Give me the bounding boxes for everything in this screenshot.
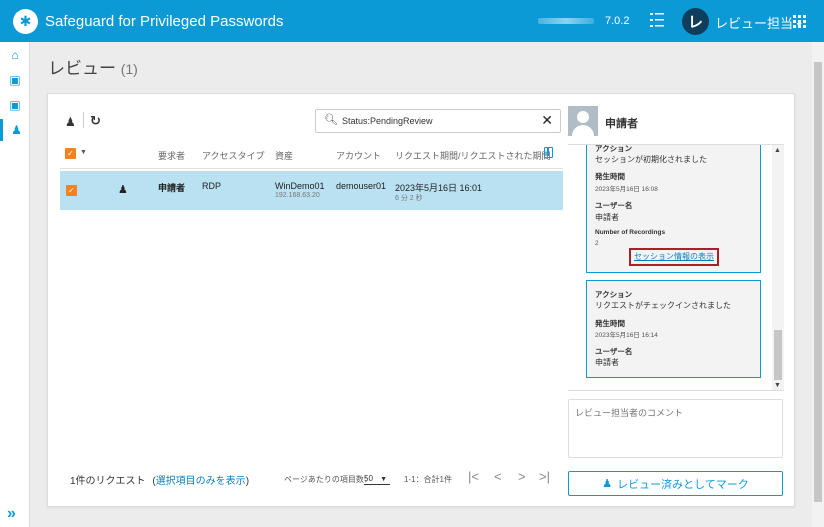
mark-as-reviewed-button[interactable]: ♟ レビュー済みとしてマーク — [568, 471, 783, 496]
search-icon: 🔍︎ — [324, 114, 338, 126]
request-count-text: 1件のリクエスト — [70, 476, 146, 487]
user-avatar[interactable]: レ — [682, 8, 709, 35]
toolbar-divider — [83, 112, 84, 128]
event-action-value: セッションが初期化されました — [595, 155, 707, 164]
page-title-count: (1) — [120, 61, 138, 77]
reviewer-comment-input[interactable] — [568, 399, 783, 458]
requester-user-icon: ♟ — [118, 184, 128, 196]
select-menu-chevron-icon[interactable]: ▼ — [80, 149, 87, 156]
per-page-chevron-icon: ▼ — [380, 476, 388, 483]
event-recordings-value: 2 — [595, 240, 599, 247]
cell-account: demouser01 — [336, 181, 387, 191]
cell-asset: WinDemo01 — [275, 181, 325, 191]
top-bar: ✱ Safeguard for Privileged Passwords 7.0… — [0, 0, 824, 42]
event-action-value: リクエストがチェックインされました — [595, 301, 731, 310]
search-input[interactable] — [342, 113, 522, 129]
event-time-label: 発生時間 — [595, 172, 625, 181]
event-action-label: アクション — [595, 144, 633, 153]
version-label: 7.0.2 — [605, 15, 630, 27]
redacted-appliance-name — [538, 18, 594, 24]
first-page-icon[interactable]: |< — [468, 469, 479, 484]
row-checkbox[interactable]: ✓ — [66, 185, 77, 196]
search-box: 🔍︎ ✕ — [315, 109, 561, 133]
event-user-label: ユーザー名 — [595, 201, 633, 210]
activity-timeline: アクション セッションが初期化されました 発生時間 2023年5月16日 16:… — [568, 144, 784, 391]
safeguard-logo-icon[interactable]: ✱ — [13, 9, 38, 34]
event-user-value: 申請者 — [595, 213, 619, 222]
nav-approvals-icon[interactable]: ▣ — [0, 94, 30, 116]
per-page-value: 50 — [364, 474, 373, 483]
per-page-label: ページあたりの項目数： — [284, 475, 372, 484]
page-title-text: レビュー — [48, 59, 116, 78]
event-time-value: 2023年5月16日 16:14 — [595, 332, 658, 339]
scroll-up-icon[interactable]: ▲ — [774, 147, 781, 154]
mark-as-reviewed-label: レビュー済みとしてマーク — [617, 478, 749, 491]
show-selected-close: ) — [245, 476, 250, 487]
nav-reviews-icon[interactable]: ♟ — [0, 119, 30, 141]
requester-avatar-icon — [568, 106, 598, 136]
details-title: 申請者 — [605, 118, 638, 130]
last-page-icon[interactable]: >| — [539, 469, 550, 484]
previous-page-icon[interactable]: < — [494, 469, 502, 484]
show-selected-link[interactable]: 選択項目のみを表示 — [156, 476, 246, 487]
timeline-event-session-init: アクション セッションが初期化されました 発生時間 2023年5月16日 16:… — [586, 144, 761, 273]
refresh-icon[interactable]: ↻ — [90, 113, 101, 129]
event-time-value: 2023年5月16日 16:08 — [595, 186, 658, 193]
expand-nav-icon[interactable]: » — [7, 505, 16, 523]
request-count: 1件のリクエスト (選択項目のみを表示) — [70, 472, 249, 487]
table-header: ✓ ▼ 要求者 アクセスタイプ 資産 アカウント リクエスト期間/リクエストされ… — [60, 139, 563, 169]
column-chooser-icon[interactable] — [544, 147, 553, 158]
view-session-info-link[interactable]: セッション情報の表示 — [629, 248, 719, 266]
reviewer-user-icon: ♟ — [602, 478, 613, 490]
column-header-period[interactable]: リクエスト期間/リクエストされた期間 — [395, 149, 551, 162]
cell-duration: 6 分 2 秒 — [395, 195, 423, 202]
table-row[interactable]: ✓ ♟ 申請者 RDP WinDemo01 192.168.63.20 demo… — [60, 171, 563, 210]
scroll-down-icon[interactable]: ▼ — [774, 382, 781, 389]
column-header-asset[interactable]: 資産 — [275, 149, 293, 162]
clear-search-icon[interactable]: ✕ — [541, 112, 553, 129]
nav-requests-icon[interactable]: ▣ — [0, 69, 30, 91]
timeline-event-checkin: アクション リクエストがチェックインされました 発生時間 2023年5月16日 … — [586, 280, 761, 378]
cell-asset-ip: 192.168.63.20 — [275, 192, 320, 199]
app-launcher-icon[interactable] — [793, 15, 806, 28]
user-name-label: レビュー担当 — [715, 16, 794, 31]
user-menu[interactable]: レビュー担当 ▾ — [715, 13, 802, 32]
cell-requester: 申請者 — [158, 183, 186, 193]
tasks-icon[interactable] — [650, 12, 664, 30]
next-page-icon[interactable]: > — [518, 469, 526, 484]
select-all-checkbox[interactable]: ✓ — [65, 148, 76, 159]
timeline-scrollbar[interactable]: ▲ ▼ — [772, 145, 784, 390]
column-header-requester[interactable]: 要求者 — [158, 149, 185, 162]
per-page-select[interactable]: 50 ▼ — [364, 474, 390, 485]
nav-home-icon[interactable]: ⌂ — [0, 44, 30, 66]
event-user-label: ユーザー名 — [595, 347, 633, 356]
column-header-access-type[interactable]: アクセスタイプ — [202, 149, 265, 162]
page-scrollbar[interactable] — [812, 42, 824, 527]
page-title: レビュー (1) — [48, 54, 138, 79]
app-title: Safeguard for Privileged Passwords — [45, 13, 284, 30]
review-card: ♟ ↻ 🔍︎ ✕ ✓ ▼ 要求者 アクセスタイプ 資産 アカウント リクエスト期… — [47, 93, 795, 507]
column-header-account[interactable]: アカウント — [336, 149, 381, 162]
event-action-label: アクション — [595, 290, 633, 299]
event-user-value: 申請者 — [595, 358, 619, 367]
details-header: 申請者 — [568, 103, 784, 141]
event-time-label: 発生時間 — [595, 319, 625, 328]
event-recordings-label: Number of Recordings — [595, 229, 666, 236]
requester-filter-icon[interactable]: ♟ — [65, 115, 76, 129]
cell-access-type: RDP — [202, 181, 222, 191]
left-nav: ⌂ ▣ ▣ ♟ » — [0, 42, 30, 527]
pagination-range: 1-1：合計1件 — [404, 475, 453, 484]
